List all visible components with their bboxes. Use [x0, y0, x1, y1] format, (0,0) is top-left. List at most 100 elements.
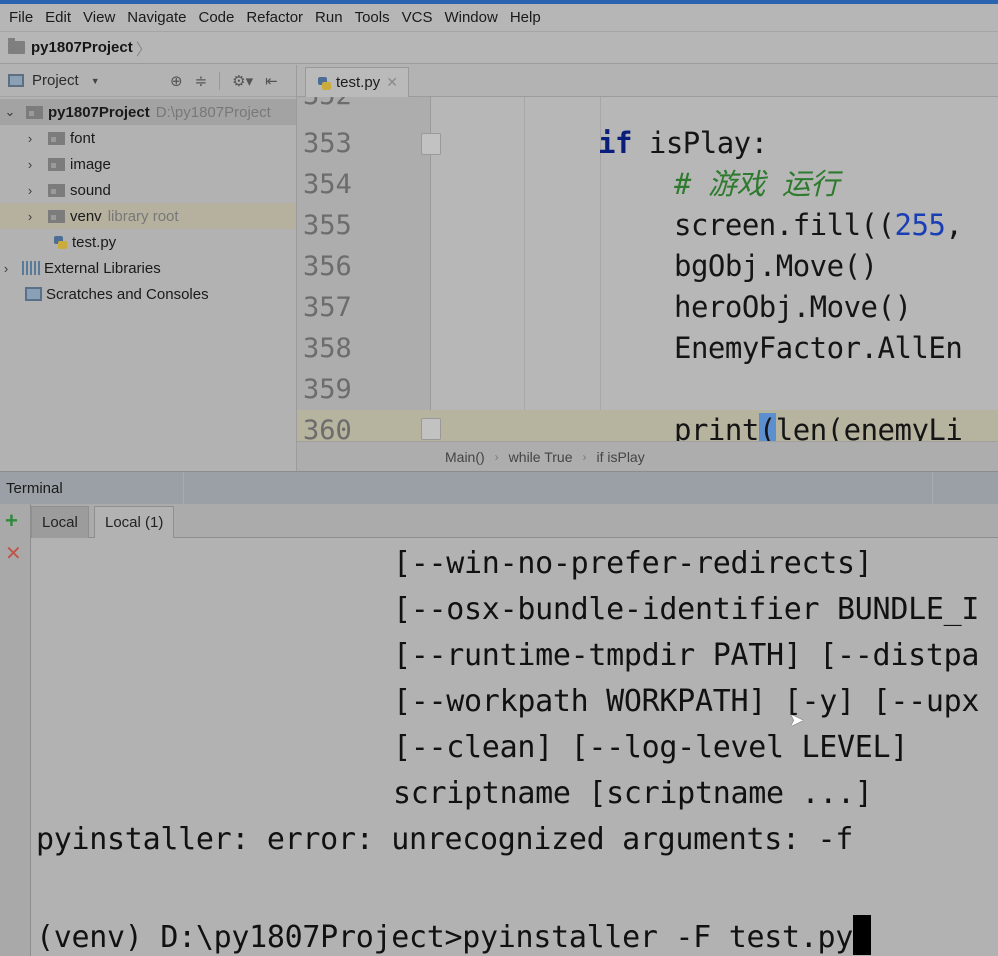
- line-number: 359: [303, 374, 352, 405]
- hide-panel-icon[interactable]: ⇤: [265, 72, 278, 90]
- chevron-right-icon[interactable]: ›: [24, 157, 36, 172]
- editor-tabs: test.py ✕: [296, 65, 998, 97]
- code-line: 359: [297, 369, 998, 410]
- collapse-all-icon[interactable]: ≑: [195, 72, 208, 90]
- tab-label: test.py: [336, 74, 381, 91]
- add-session-icon[interactable]: +: [5, 508, 18, 534]
- terminal-tab-local-1[interactable]: Local (1): [94, 506, 175, 538]
- folder-icon: [26, 105, 43, 119]
- tree-item-label: font: [70, 129, 96, 147]
- chevron-down-icon[interactable]: ⌄: [4, 104, 16, 120]
- close-session-icon[interactable]: ✕: [5, 541, 22, 566]
- folder-icon: [48, 157, 65, 171]
- terminal-toolbar: + ✕: [0, 504, 31, 956]
- code-line: 357 heroObj.Move(): [297, 287, 998, 328]
- menu-window[interactable]: Window: [438, 9, 503, 26]
- breadcrumb-item[interactable]: while True: [509, 449, 573, 465]
- terminal-title: Terminal: [6, 479, 63, 497]
- chevron-down-icon[interactable]: ▼: [91, 76, 100, 86]
- code-text: screen.fill((: [674, 208, 895, 242]
- tree-item-label: py1807Project: [48, 103, 150, 121]
- terminal-line: [--osx-bundle-identifier BUNDLE_I: [393, 592, 980, 627]
- menu-view[interactable]: View: [77, 9, 121, 26]
- terminal-prompt-line: (venv) D:\py1807Project>pyinstaller -F t…: [36, 915, 872, 955]
- code-comment: # 游戏 运行: [674, 167, 839, 201]
- tree-item-label: venv: [70, 207, 102, 225]
- menu-tools[interactable]: Tools: [349, 9, 396, 26]
- menu-navigate[interactable]: Navigate: [121, 9, 192, 26]
- chevron-right-icon: ›: [494, 449, 499, 464]
- divider: [932, 472, 933, 505]
- terminal-header: Terminal: [0, 471, 998, 505]
- code-text: len(enemyLi: [775, 413, 963, 441]
- terminal-line: [--clean] [--log-level LEVEL]: [393, 730, 909, 765]
- code-line-current: 360 print(len(enemyLi: [297, 410, 998, 441]
- navigation-bar: py1807Project 〉: [0, 32, 998, 64]
- code-line: 358 EnemyFactor.AllEn: [297, 328, 998, 369]
- brace-highlight: (: [758, 413, 776, 441]
- menu-vcs[interactable]: VCS: [396, 9, 439, 26]
- gear-icon[interactable]: ⚙▾: [232, 72, 253, 90]
- code-line: 355 screen.fill((255,: [297, 205, 998, 246]
- tab-label: Local: [42, 514, 78, 531]
- code-text: EnemyFactor.AllEn: [674, 331, 963, 365]
- project-view-icon: [8, 74, 24, 87]
- terminal-output[interactable]: [--win-no-prefer-redirects] [--osx-bundl…: [31, 538, 998, 956]
- project-view-selector[interactable]: Project: [32, 72, 79, 89]
- chevron-right-icon: ›: [582, 449, 587, 464]
- toolbar-divider: [219, 72, 221, 90]
- line-number: 354: [303, 169, 352, 200]
- folder-icon: [8, 38, 25, 54]
- tree-item-test-py[interactable]: test.py: [0, 229, 296, 255]
- nav-project-name[interactable]: py1807Project: [31, 39, 133, 56]
- fold-marker-icon[interactable]: [421, 418, 441, 440]
- chevron-right-icon[interactable]: ›: [24, 183, 36, 198]
- scratches-icon: [25, 287, 42, 301]
- code-text: bgObj.Move(): [674, 249, 878, 283]
- tree-item-venv[interactable]: › venv library root: [0, 203, 296, 229]
- tree-item-sound[interactable]: › sound: [0, 177, 296, 203]
- line-number: 355: [303, 210, 352, 241]
- tree-item-label: Scratches and Consoles: [46, 285, 209, 303]
- terminal-line: [--win-no-prefer-redirects]: [393, 546, 873, 581]
- project-panel-header: Project ▼ ⊕ ≑ ⚙▾ ⇤: [0, 65, 296, 97]
- text-cursor: [853, 915, 872, 955]
- tree-item-external-libraries[interactable]: › External Libraries: [0, 255, 296, 281]
- line-number: 356: [303, 251, 352, 282]
- menu-help[interactable]: Help: [504, 9, 547, 26]
- tree-item-root[interactable]: ⌄ py1807Project D:\py1807Project: [0, 99, 296, 125]
- terminal-tab-local[interactable]: Local: [31, 506, 89, 538]
- tree-item-label: sound: [70, 181, 111, 199]
- menu-refactor[interactable]: Refactor: [240, 9, 309, 26]
- folder-icon: [48, 131, 65, 145]
- divider: [183, 472, 184, 505]
- terminal-line: [--workpath WORKPATH] [-y] [--upx: [393, 684, 980, 719]
- chevron-right-icon[interactable]: ›: [0, 261, 12, 276]
- fold-marker-icon[interactable]: [421, 133, 441, 155]
- breadcrumb-item[interactable]: if isPlay: [596, 449, 644, 465]
- mouse-pointer-icon: ➤: [789, 710, 805, 730]
- code-editor[interactable]: 352 353 if isPlay: 354 # 游戏 运行 355 scree…: [296, 97, 998, 441]
- terminal-command: (venv) D:\py1807Project>pyinstaller -F t…: [36, 920, 854, 955]
- line-number: 357: [303, 292, 352, 323]
- tree-item-font[interactable]: › font: [0, 125, 296, 151]
- keyword: if: [598, 126, 632, 160]
- python-file-icon: [52, 234, 68, 250]
- tree-item-label: image: [70, 155, 111, 173]
- menu-code[interactable]: Code: [192, 9, 240, 26]
- library-icon: [22, 261, 40, 275]
- breadcrumb-item[interactable]: Main(): [445, 449, 485, 465]
- menu-run[interactable]: Run: [309, 9, 349, 26]
- close-icon[interactable]: ✕: [386, 74, 398, 91]
- folder-icon: [48, 209, 65, 223]
- terminal-line: [--runtime-tmpdir PATH] [--distpa: [393, 638, 980, 673]
- tree-item-image[interactable]: › image: [0, 151, 296, 177]
- locate-icon[interactable]: ⊕: [170, 72, 183, 90]
- chevron-right-icon[interactable]: ›: [24, 209, 36, 224]
- tab-test-py[interactable]: test.py ✕: [305, 67, 409, 97]
- tree-item-scratches[interactable]: Scratches and Consoles: [0, 281, 296, 307]
- code-breadcrumbs: Main() › while True › if isPlay: [296, 441, 998, 471]
- menu-edit[interactable]: Edit: [39, 9, 77, 26]
- chevron-right-icon[interactable]: ›: [24, 131, 36, 146]
- menu-file[interactable]: File: [3, 9, 39, 26]
